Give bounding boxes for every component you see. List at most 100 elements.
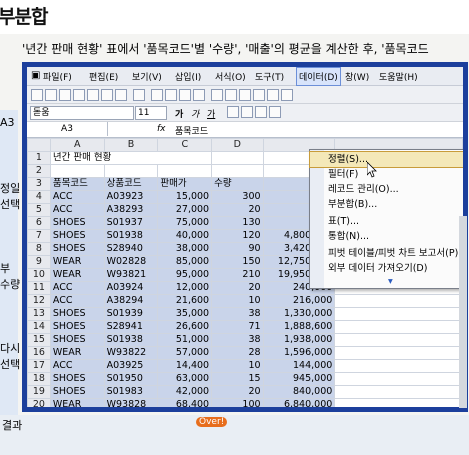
spelling-icon[interactable] [115, 89, 127, 101]
table-cell[interactable]: 15 [211, 372, 264, 386]
table-cell[interactable]: S01937 [103, 216, 159, 230]
table-cell[interactable]: A03924 [103, 281, 159, 295]
table-cell[interactable]: ACC [49, 203, 105, 217]
row-header[interactable]: 18 [27, 372, 51, 386]
table-cell[interactable]: 1,888,600 [262, 320, 336, 334]
table-cell[interactable]: 51,000 [157, 333, 213, 347]
data-menu-item[interactable]: 레코드 관리(O)... [310, 182, 463, 197]
font-name-select[interactable]: 돋움 [30, 106, 134, 120]
table-cell[interactable]: 20 [211, 203, 264, 217]
table-cell[interactable]: S01938 [103, 333, 159, 347]
table-cell[interactable]: S01939 [103, 307, 159, 321]
table-cell[interactable]: 120 [211, 229, 264, 243]
select-all-corner[interactable] [27, 138, 51, 152]
sort-descending-icon[interactable] [281, 89, 293, 101]
grid-cell[interactable] [103, 164, 159, 178]
table-cell[interactable]: SHOES [49, 242, 105, 256]
grid-cell[interactable] [334, 385, 463, 399]
print-icon[interactable] [87, 89, 99, 101]
data-menu-item[interactable]: 부분합(B)... [310, 197, 463, 212]
table-cell[interactable]: 210 [211, 268, 264, 282]
table-cell[interactable]: 20 [211, 385, 264, 399]
table-cell[interactable]: 1,938,000 [262, 333, 336, 347]
underline-button[interactable]: 가 [207, 107, 215, 120]
align-center-icon[interactable] [241, 106, 253, 118]
align-right-icon[interactable] [255, 106, 267, 118]
research-icon[interactable] [133, 89, 145, 101]
data-menu-item[interactable]: 필터(F)▶ [310, 167, 463, 182]
column-header[interactable]: D [211, 138, 264, 152]
table-cell[interactable]: ACC [49, 190, 105, 204]
table-cell[interactable]: W02828 [103, 255, 159, 269]
grid-cell[interactable] [334, 294, 463, 308]
fx-icon[interactable]: fx [157, 124, 166, 134]
table-cell[interactable]: SHOES [49, 320, 105, 334]
row-header[interactable]: 14 [27, 320, 51, 334]
table-cell[interactable]: 100 [211, 398, 264, 407]
menu-window[interactable]: 창(W) [345, 70, 369, 83]
row-header[interactable]: 13 [27, 307, 51, 321]
grid-cell[interactable] [334, 398, 463, 407]
menu-help[interactable]: 도움말(H) [379, 70, 418, 83]
save-icon[interactable] [59, 89, 71, 101]
table-cell[interactable]: 71 [211, 320, 264, 334]
table-cell[interactable]: 26,600 [157, 320, 213, 334]
row-header[interactable]: 4 [27, 190, 51, 204]
row-header[interactable]: 12 [27, 294, 51, 308]
table-cell[interactable]: 42,000 [157, 385, 213, 399]
sort-ascending-icon[interactable] [267, 89, 279, 101]
table-cell[interactable]: ACC [49, 281, 105, 295]
redo-icon[interactable] [225, 89, 237, 101]
data-menu-item[interactable]: 정렬(S)... [309, 151, 463, 168]
table-cell[interactable]: 63,000 [157, 372, 213, 386]
table-cell[interactable]: 68,400 [157, 398, 213, 407]
table-cell[interactable]: 75,000 [157, 216, 213, 230]
menu-view[interactable]: 보기(V) [132, 70, 162, 83]
table-cell[interactable]: 150 [211, 255, 264, 269]
data-menu-item[interactable]: ▾ [310, 274, 463, 289]
row-header[interactable]: 15 [27, 333, 51, 347]
font-size-select[interactable]: 11 [135, 106, 167, 120]
row-header[interactable]: 19 [27, 385, 51, 399]
autosum-icon[interactable] [253, 89, 265, 101]
table-cell[interactable]: 130 [211, 216, 264, 230]
row-header[interactable]: 2 [27, 164, 51, 178]
table-cell[interactable]: 85,000 [157, 255, 213, 269]
row-header[interactable]: 17 [27, 359, 51, 373]
table-cell[interactable]: 144,000 [262, 359, 336, 373]
hyperlink-icon[interactable] [239, 89, 251, 101]
table-cell[interactable]: S01938 [103, 229, 159, 243]
menu-insert[interactable]: 삽입(I) [175, 70, 201, 83]
table-cell[interactable]: 21,600 [157, 294, 213, 308]
row-header[interactable]: 7 [27, 229, 51, 243]
table-cell[interactable]: WEAR [49, 346, 105, 360]
cut-icon[interactable] [151, 89, 163, 101]
table-cell[interactable]: 40,000 [157, 229, 213, 243]
format-painter-icon[interactable] [193, 89, 205, 101]
table-cell[interactable]: 10 [211, 294, 264, 308]
grid-cell[interactable] [334, 320, 463, 334]
grid-cell[interactable] [334, 333, 463, 347]
table-cell[interactable]: 57,000 [157, 346, 213, 360]
menu-tools[interactable]: 도구(T) [255, 70, 284, 83]
table-header-cell[interactable]: 수량 [211, 177, 264, 191]
copy-icon[interactable] [165, 89, 177, 101]
table-cell[interactable]: SHOES [49, 216, 105, 230]
data-menu-item[interactable]: 피벗 테이블/피벗 차트 보고서(P)... [310, 246, 463, 261]
table-cell[interactable]: 14,400 [157, 359, 213, 373]
merge-center-icon[interactable] [269, 106, 281, 118]
table-cell[interactable]: 27,000 [157, 203, 213, 217]
menu-edit[interactable]: 편집(E) [89, 70, 118, 83]
table-header-cell[interactable]: 상품코드 [103, 177, 159, 191]
table-cell[interactable]: A03925 [103, 359, 159, 373]
table-cell[interactable]: 216,000 [262, 294, 336, 308]
table-cell[interactable]: 90 [211, 242, 264, 256]
table-cell[interactable]: S28940 [103, 242, 159, 256]
grid-cell[interactable] [334, 346, 463, 360]
table-cell[interactable]: SHOES [49, 229, 105, 243]
grid-cell[interactable] [211, 164, 264, 178]
table-header-cell[interactable]: 판매가 [157, 177, 213, 191]
row-header[interactable]: 5 [27, 203, 51, 217]
table-cell[interactable]: 95,000 [157, 268, 213, 282]
grid-cell[interactable] [334, 372, 463, 386]
